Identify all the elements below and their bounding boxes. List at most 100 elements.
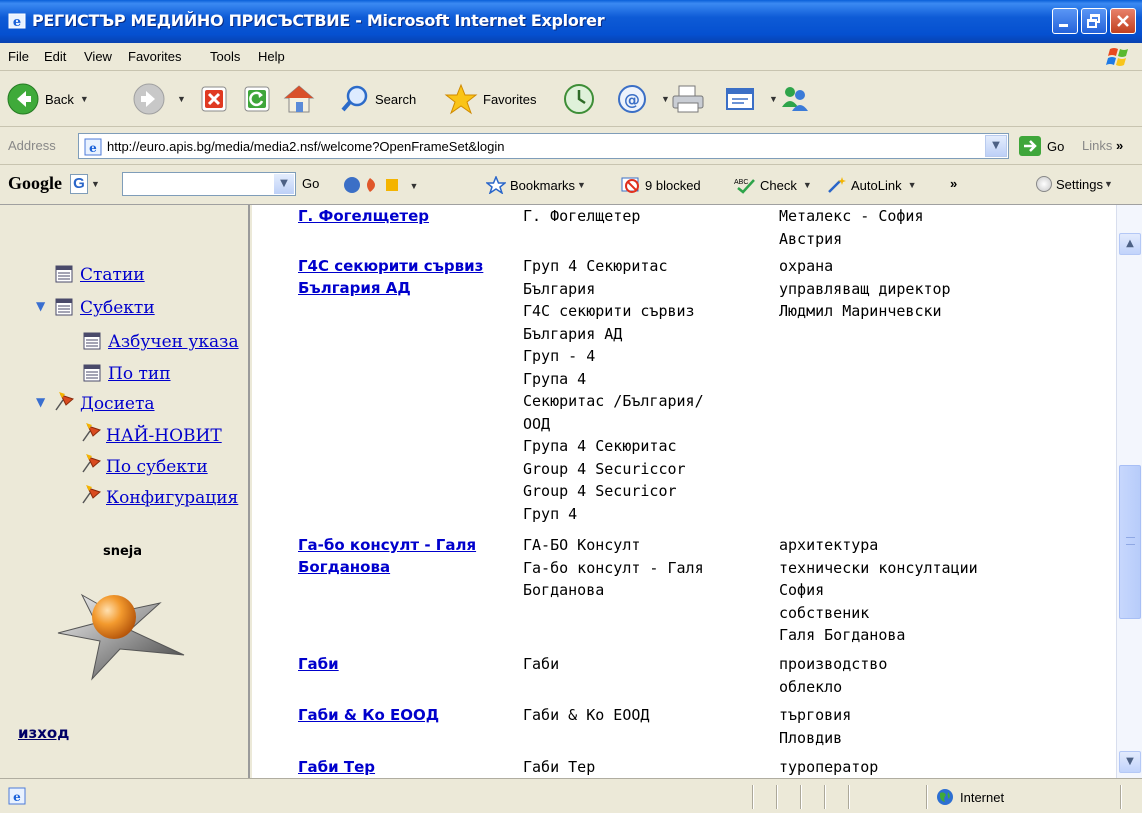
messenger-button[interactable] [778,79,817,119]
google-search-input[interactable]: ▼ [122,172,296,196]
info-cell: Металекс - София Австрия [779,205,1099,250]
zone-label: Internet [960,789,1005,805]
google-tools-group[interactable]: ▼ [334,175,422,195]
subject-link[interactable]: Г4С секюрити сървиз България АД [298,255,518,299]
refresh-icon [244,86,270,112]
go-arrow-icon [1019,136,1041,156]
blocked-label: 9 blocked [645,177,701,193]
address-bar: Address e http://euro.apis.bg/media/medi… [0,127,1142,165]
windows-flag-icon [1106,48,1128,66]
spell-check-button[interactable]: ABC Check ▼ [732,176,812,194]
address-url: http://euro.apis.bg/media/media2.nsf/wel… [107,139,505,154]
maximize-button[interactable] [1081,8,1107,34]
google-go-button[interactable]: Go [302,176,319,191]
view-list-icon [83,364,101,382]
alias-line: България [523,279,596,298]
forward-arrow-icon [133,83,165,115]
nav-item-newest[interactable]: НАЙ-НОВИТ [106,426,222,446]
nav-item-subjects[interactable]: Субекти [80,298,155,318]
favorites-button[interactable]: Favorites [444,79,536,119]
spellcheck-icon: ABC [734,179,755,194]
menu-edit[interactable]: Edit [44,49,66,64]
subject-link[interactable]: Габи & Ко ЕООД [298,704,518,726]
expand-triangle-icon[interactable]: ▼ [36,395,45,409]
links-button[interactable]: Links » [1082,138,1123,153]
scroll-up-button[interactable]: ▲ [1119,233,1141,255]
nav-item-by-subjects[interactable]: По субекти [106,457,208,477]
menu-file[interactable]: File [8,49,29,64]
menu-tools[interactable]: Tools [210,49,240,64]
user-name: sneja [103,544,143,559]
menu-help[interactable]: Help [258,49,285,64]
pushpin-icon [55,392,74,411]
go-label: Go [1047,138,1065,154]
refresh-button[interactable] [243,79,276,119]
popup-blocker-button[interactable]: 9 blocked [620,176,701,194]
pushpin-icon [82,423,101,442]
chevron-down-icon: ▼ [907,180,917,190]
search-button[interactable]: Search [340,79,416,119]
alias-line: Group 4 Securiccor [523,459,686,478]
nav-item-configuration[interactable]: Конфигурация [106,488,238,508]
menu-view[interactable]: View [84,49,112,64]
view-list-icon [55,298,73,316]
media-button[interactable] [562,79,601,119]
scroll-down-button[interactable]: ▼ [1119,751,1141,773]
chevron-down-icon[interactable]: ▼ [274,174,294,194]
nav-item-dossiers[interactable]: Досиета [80,394,155,414]
chevron-down-icon: ▼ [177,94,186,104]
nav-item-articles[interactable]: Статии [80,265,145,285]
alias-line: Богданова [523,581,605,599]
nav-item-alphabetical-index[interactable]: Азбучен указа [108,332,239,352]
bookmarks-label: Bookmarks [510,177,576,193]
back-button[interactable]: Back ▼ [6,79,89,119]
more-chevron-icon[interactable]: » [950,176,957,191]
autolink-label: AutoLink [851,177,902,193]
subject-link[interactable]: Габи [298,653,518,675]
alias-line: Груп - 4 [523,347,596,365]
forward-button[interactable]: ▼ [132,79,186,119]
info-line: Металекс - София [779,207,924,225]
print-button[interactable] [670,79,711,119]
grip-icon [1126,537,1135,545]
minimize-icon [1059,24,1068,27]
alias-line: България АД [523,324,623,343]
aliases-cell: ГА-БО Консулт Га-бо консулт - Галя Богда… [523,534,773,602]
stop-button[interactable] [200,79,233,119]
stop-icon [201,86,227,112]
content-frame: Г. Фогелщетер Г. Фогелщетер Металекс - С… [252,205,1116,778]
autolink-button[interactable]: AutoLink ▼ [826,176,917,194]
minimize-button[interactable] [1052,8,1078,34]
info-cell: производство облекло [779,653,1099,698]
vertical-scrollbar[interactable]: ▲ ▼ [1116,205,1142,778]
close-button[interactable] [1110,8,1136,34]
star-outline-icon [486,176,506,194]
menu-favorites[interactable]: Favorites [128,49,181,64]
settings-button[interactable]: Settings ▼ [1036,176,1113,192]
nav-item-by-type[interactable]: По тип [108,364,171,384]
subject-link[interactable]: Г. Фогелщетер [298,205,518,227]
alias-line: Груп 4 Секюритас [523,257,668,275]
home-button[interactable] [282,79,321,119]
alias-line: Г. Фогелщетер [523,207,641,225]
bookmarks-button[interactable]: Bookmarks ▼ [486,176,586,194]
page-done-icon: e [8,787,26,805]
subject-link[interactable]: Га-бо консулт - Галя Богданова [298,534,518,578]
chevron-down-icon: ▼ [577,180,586,190]
logout-link[interactable]: изход [18,724,69,742]
svg-text:e: e [13,15,21,30]
edit-button[interactable]: ▼ [724,79,778,119]
scroll-thumb[interactable] [1119,465,1141,619]
google-logo[interactable]: Google [8,173,62,194]
aliases-cell: Габи [523,653,773,676]
expand-triangle-icon[interactable]: ▼ [36,299,45,313]
go-button[interactable]: Go [1018,135,1064,157]
google-g-menu[interactable]: G ▼ [70,174,100,194]
svg-text:@: @ [624,90,640,109]
chevron-down-icon[interactable]: ▼ [985,135,1007,157]
mail-button[interactable]: @ ▼ [616,79,670,119]
star-icon [444,83,478,115]
address-input[interactable]: e http://euro.apis.bg/media/media2.nsf/w… [78,133,1009,159]
page-icon: e [84,138,102,156]
subject-link[interactable]: Габи Тер [298,756,518,778]
